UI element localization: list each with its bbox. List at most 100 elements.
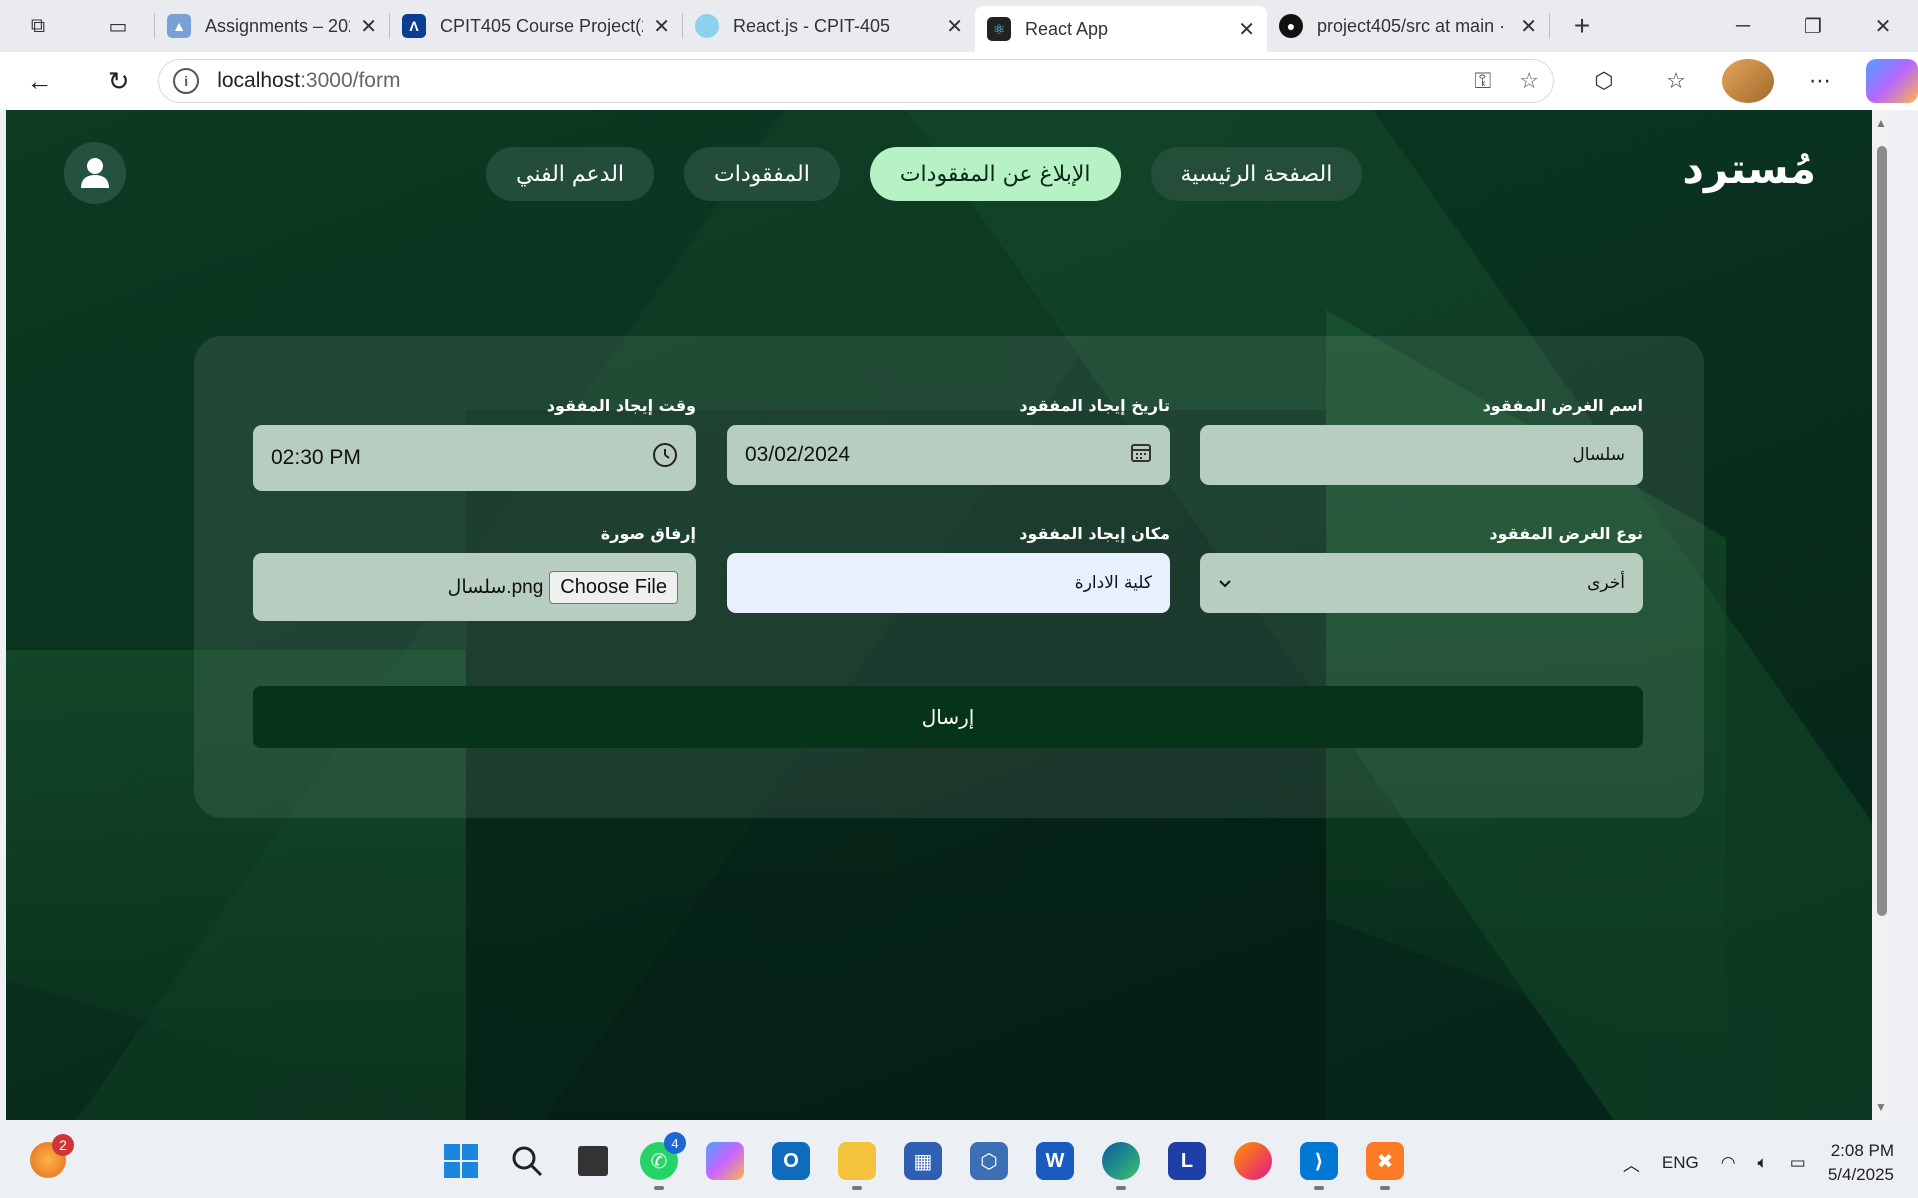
tab-separator	[1549, 13, 1550, 39]
battery-icon[interactable]: ▭	[1790, 1153, 1806, 1173]
clock-icon[interactable]	[652, 442, 678, 474]
chevron-up-icon[interactable]: ︿	[1623, 1151, 1640, 1176]
app-logo[interactable]: مُسترد	[1682, 144, 1816, 193]
close-icon[interactable]: ✕	[653, 14, 670, 39]
choose-file-button[interactable]: Choose File	[549, 570, 678, 604]
tab-course-project[interactable]: Λ CPIT405 Course Project(2 ✕	[390, 6, 682, 46]
toolbar-right: ⬡ ☆ ⋯	[1578, 59, 1918, 103]
favorite-star-icon[interactable]: ☆	[1519, 68, 1539, 94]
language-indicator[interactable]: ENG	[1662, 1153, 1699, 1173]
windows-taskbar: 2 ✆ 4 O ▦ ⬡ W L ⟩ ✖ ︿ ENG ◠ 🔈︎ ▭ 2:08 PM …	[0, 1128, 1918, 1198]
word-icon[interactable]: W	[1032, 1138, 1078, 1184]
scroll-thumb[interactable]	[1877, 146, 1887, 916]
new-tab-icon[interactable]: +	[1562, 6, 1602, 46]
edge-icon[interactable]	[1098, 1138, 1144, 1190]
more-options-icon[interactable]: ⋯	[1794, 59, 1846, 103]
submit-button[interactable]: إرسال	[253, 686, 1643, 748]
vscode-icon[interactable]: ⟩	[1296, 1138, 1342, 1190]
system-tray: ︿ ENG ◠ 🔈︎ ▭ 2:08 PM 5/4/2025	[1623, 1128, 1894, 1198]
scroll-up-icon[interactable]: ▲	[1875, 116, 1887, 130]
weather-widget-icon[interactable]: 2	[30, 1134, 74, 1178]
close-icon[interactable]: ✕	[1238, 17, 1255, 42]
taskbar-apps: ✆ 4 O ▦ ⬡ W L ⟩ ✖	[438, 1132, 1408, 1190]
moodle-icon: ▲	[167, 14, 191, 38]
extensions-icon[interactable]: ⬡	[1578, 59, 1630, 103]
tab-title: project405/src at main · J	[1317, 15, 1511, 36]
l-app-icon[interactable]: L	[1164, 1138, 1210, 1184]
user-profile-button[interactable]	[64, 142, 126, 204]
nav-support[interactable]: الدعم الفني	[486, 147, 655, 201]
clock[interactable]: 2:08 PM 5/4/2025	[1828, 1139, 1894, 1187]
restore-icon[interactable]: ❐	[1778, 0, 1848, 52]
type-value: أخرى	[1587, 573, 1625, 593]
tab-assignments[interactable]: ▲ Assignments – 202502_C ✕	[155, 6, 389, 46]
wifi-icon[interactable]: ◠	[1721, 1153, 1736, 1173]
place-label: مكان إيجاد المفقود	[1019, 524, 1170, 543]
workspaces-icon[interactable]: ⧉	[18, 6, 58, 46]
photo-file-input[interactable]: سلسال.png Choose File	[253, 553, 696, 621]
tab-react-app[interactable]: ⚛ React App ✕	[975, 6, 1267, 52]
nav-home[interactable]: الصفحة الرئيسية	[1150, 147, 1363, 201]
scroll-down-icon[interactable]: ▼	[1875, 1100, 1887, 1114]
nav-lost-items[interactable]: المفقودات	[684, 147, 840, 201]
tab-actions-icon[interactable]: ▭	[98, 6, 138, 46]
nav-report-lost[interactable]: الإبلاغ عن المفقودات	[869, 147, 1121, 201]
course-icon: Λ	[402, 14, 426, 38]
type-select[interactable]: أخرى	[1200, 553, 1643, 613]
whatsapp-badge: 4	[664, 1132, 686, 1154]
close-icon[interactable]: ✕	[360, 14, 377, 39]
profile-avatar[interactable]	[1722, 59, 1774, 103]
copilot-icon[interactable]	[1866, 59, 1918, 103]
start-icon[interactable]	[438, 1138, 484, 1184]
file-explorer-icon[interactable]	[834, 1138, 880, 1190]
url-path: :3000/form	[300, 69, 401, 92]
weather-badge: 2	[52, 1134, 74, 1156]
photo-field: إرفاق صورة سلسال.png Choose File	[253, 524, 696, 621]
tab-reactjs[interactable]: React.js - CPIT-405 ✕	[683, 6, 975, 46]
minimize-icon[interactable]: ─	[1708, 0, 1778, 52]
time-input[interactable]: 02:30 PM	[253, 425, 696, 491]
store-icon[interactable]: ▦	[900, 1138, 946, 1184]
outlook-icon[interactable]: O	[768, 1138, 814, 1184]
address-input[interactable]: i localhost:3000/form ⚿ ☆	[158, 59, 1554, 103]
date-value: 03/02/2024	[745, 443, 851, 466]
back-icon[interactable]: ←	[14, 55, 65, 107]
refresh-icon[interactable]: ↻	[93, 55, 144, 107]
tab-github[interactable]: ● project405/src at main · J ✕	[1267, 6, 1549, 46]
photo-label: إرفاق صورة	[600, 524, 696, 543]
app-header: مُسترد الصفحة الرئيسية الإبلاغ عن المفقو…	[6, 110, 1872, 230]
type-label: نوع الغرض المفقود	[1489, 524, 1643, 543]
page-scrollbar[interactable]: ▲ ▼	[1872, 110, 1892, 1120]
name-input[interactable]: سلسال	[1200, 425, 1643, 485]
search-icon[interactable]	[504, 1138, 550, 1184]
date-input[interactable]: 03/02/2024	[727, 425, 1170, 485]
place-input[interactable]: كلية الادارة	[727, 553, 1170, 613]
time-value: 02:30 PM	[271, 446, 361, 469]
name-field: اسم الغرض المفقود سلسال	[1200, 396, 1643, 485]
whatsapp-icon[interactable]: ✆ 4	[636, 1132, 686, 1190]
time-field: وقت إيجاد المفقود 02:30 PM	[253, 396, 696, 491]
close-icon[interactable]: ✕	[946, 14, 963, 39]
copilot-icon[interactable]	[702, 1138, 748, 1184]
name-value: سلسال	[1572, 445, 1625, 465]
name-label: اسم الغرض المفقود	[1482, 396, 1643, 415]
type-field: نوع الغرض المفقود أخرى	[1200, 524, 1643, 613]
xampp-icon[interactable]: ✖	[1362, 1138, 1408, 1190]
file-name: سلسال.png	[447, 576, 544, 598]
window-controls: ─ ❐ ✕	[1708, 0, 1918, 52]
key-icon[interactable]: ⚿	[1475, 68, 1492, 94]
tab-title: React.js - CPIT-405	[733, 15, 891, 36]
calendar-icon[interactable]	[1130, 441, 1152, 469]
user-icon	[81, 158, 109, 188]
place-field: مكان إيجاد المفقود كلية الادارة	[727, 524, 1170, 613]
task-view-icon[interactable]	[570, 1138, 616, 1184]
favorites-icon[interactable]: ☆	[1650, 59, 1702, 103]
virtualbox-icon[interactable]: ⬡	[966, 1138, 1012, 1184]
time-label: وقت إيجاد المفقود	[546, 396, 696, 415]
close-icon[interactable]: ✕	[1520, 14, 1537, 39]
firefox-icon[interactable]	[1230, 1138, 1276, 1184]
site-info-icon[interactable]: i	[173, 68, 200, 94]
main-nav: الصفحة الرئيسية الإبلاغ عن المفقودات الم…	[486, 147, 1363, 201]
close-window-icon[interactable]: ✕	[1848, 0, 1918, 52]
volume-muted-icon[interactable]: 🔈︎	[1758, 1153, 1768, 1173]
